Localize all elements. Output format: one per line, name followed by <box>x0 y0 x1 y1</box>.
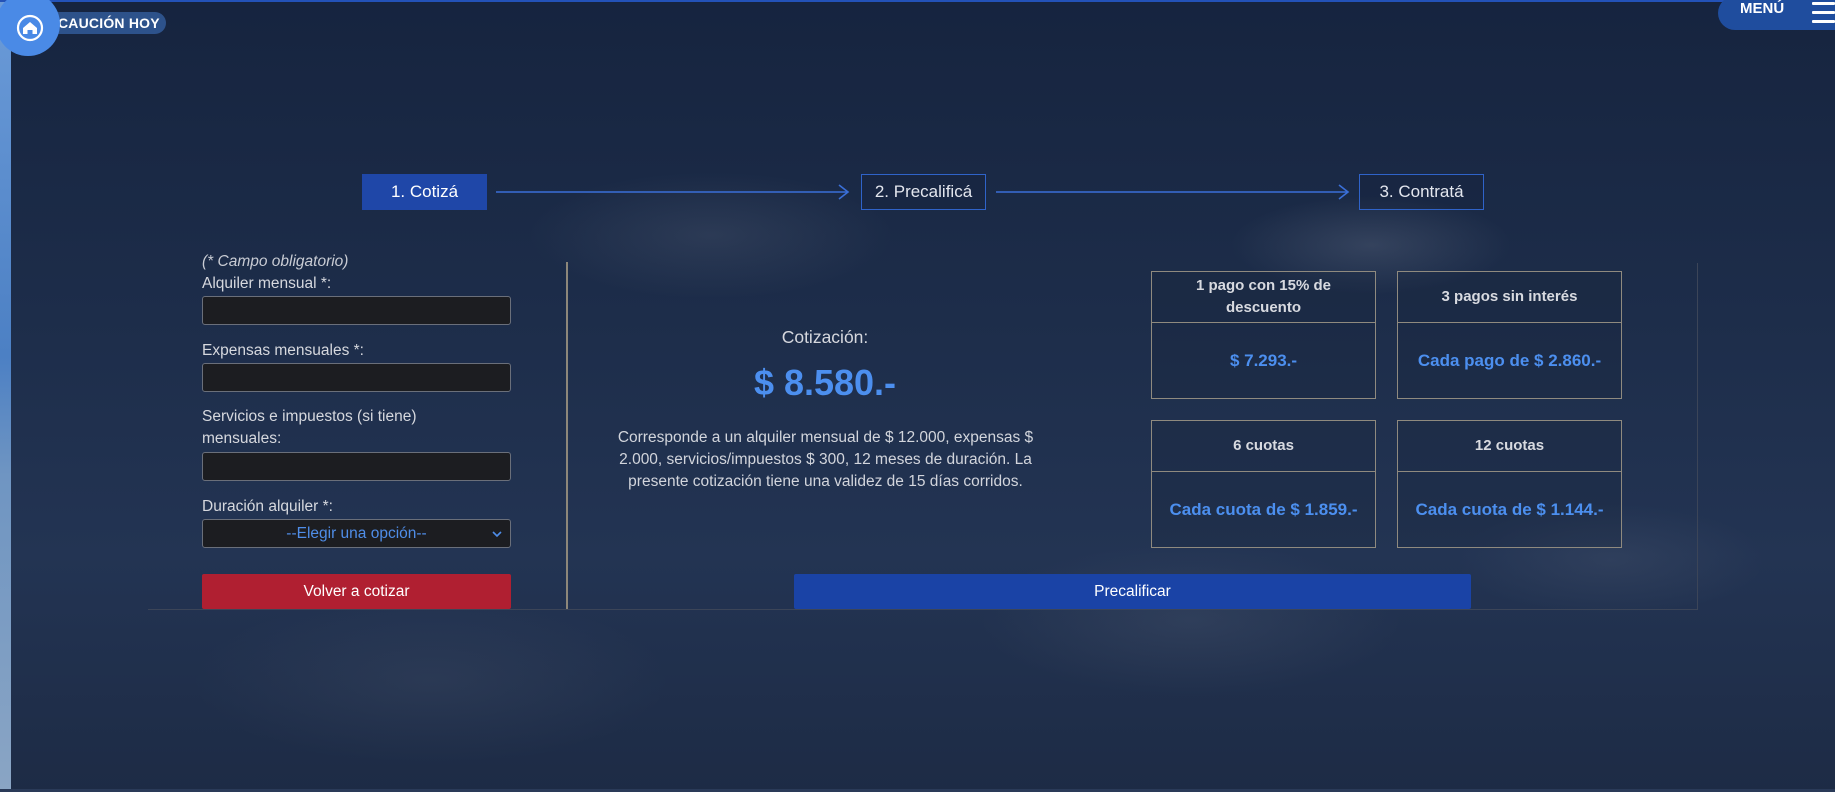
panel-bottom-border <box>148 609 1697 610</box>
quote-amount: $ 8.580.- <box>753 362 897 403</box>
payment-option-card[interactable]: 6 cuotas Cada cuota de $ 1.859.- <box>1151 420 1376 548</box>
hamburger-icon[interactable] <box>1812 2 1835 24</box>
services-label-line2: mensuales: <box>202 430 282 447</box>
rent-label: Alquiler mensual *: <box>202 275 332 292</box>
arrow-right-icon <box>496 184 850 200</box>
payment-option-card[interactable]: 12 cuotas Cada cuota de $ 1.144.- <box>1397 420 1622 548</box>
top-border <box>0 0 1835 2</box>
required-note: (* Campo obligatorio) <box>202 253 349 270</box>
step-quote[interactable]: 1. Cotizá <box>362 174 487 210</box>
requote-button[interactable]: Volver a cotizar <box>202 574 511 609</box>
payment-option-title: 3 pagos sin interés <box>1398 272 1621 323</box>
duration-selected-value: --Elegir una opción-- <box>286 524 427 542</box>
prequalify-button[interactable]: Precalificar <box>794 574 1471 609</box>
rent-input[interactable] <box>202 296 511 325</box>
quote-description: Corresponde a un alquiler mensual de $ 1… <box>617 429 1034 490</box>
payment-option-title: 12 cuotas <box>1398 421 1621 472</box>
step-contract[interactable]: 3. Contratá <box>1359 174 1484 210</box>
home-icon <box>16 14 44 42</box>
duration-select[interactable]: --Elegir una opción-- <box>202 519 511 548</box>
payment-option-title: 6 cuotas <box>1152 421 1375 472</box>
payment-option-title: 1 pago con 15% de descuento <box>1152 272 1375 323</box>
quote-label: Cotización: <box>781 327 869 347</box>
services-label-line1: Servicios e impuestos (si tiene) <box>202 408 417 425</box>
expenses-input[interactable] <box>202 363 511 392</box>
payment-option-card[interactable]: 1 pago con 15% de descuento $ 7.293.- <box>1151 271 1376 399</box>
payment-option-value: Cada cuota de $ 1.144.- <box>1415 499 1604 519</box>
logo-text[interactable]: CAUCIÓN HOY <box>44 12 166 34</box>
left-edge-strip <box>0 0 11 792</box>
arrow-right-icon <box>996 184 1350 200</box>
duration-label: Duración alquiler *: <box>202 498 333 515</box>
menu-label[interactable]: MENÚ <box>1740 0 1784 18</box>
vertical-divider <box>566 262 568 609</box>
payment-option-card[interactable]: 3 pagos sin interés Cada pago de $ 2.860… <box>1397 271 1622 399</box>
payment-option-value: Cada cuota de $ 1.859.- <box>1169 499 1358 519</box>
payment-option-value: Cada pago de $ 2.860.- <box>1417 350 1602 370</box>
panel-right-border <box>1697 263 1698 610</box>
services-input[interactable] <box>202 452 511 481</box>
chevron-down-icon <box>492 531 502 538</box>
step-prequalify[interactable]: 2. Precalificá <box>861 174 986 210</box>
expenses-label: Expensas mensuales *: <box>202 342 364 359</box>
payment-option-value: $ 7.293.- <box>1229 350 1298 370</box>
